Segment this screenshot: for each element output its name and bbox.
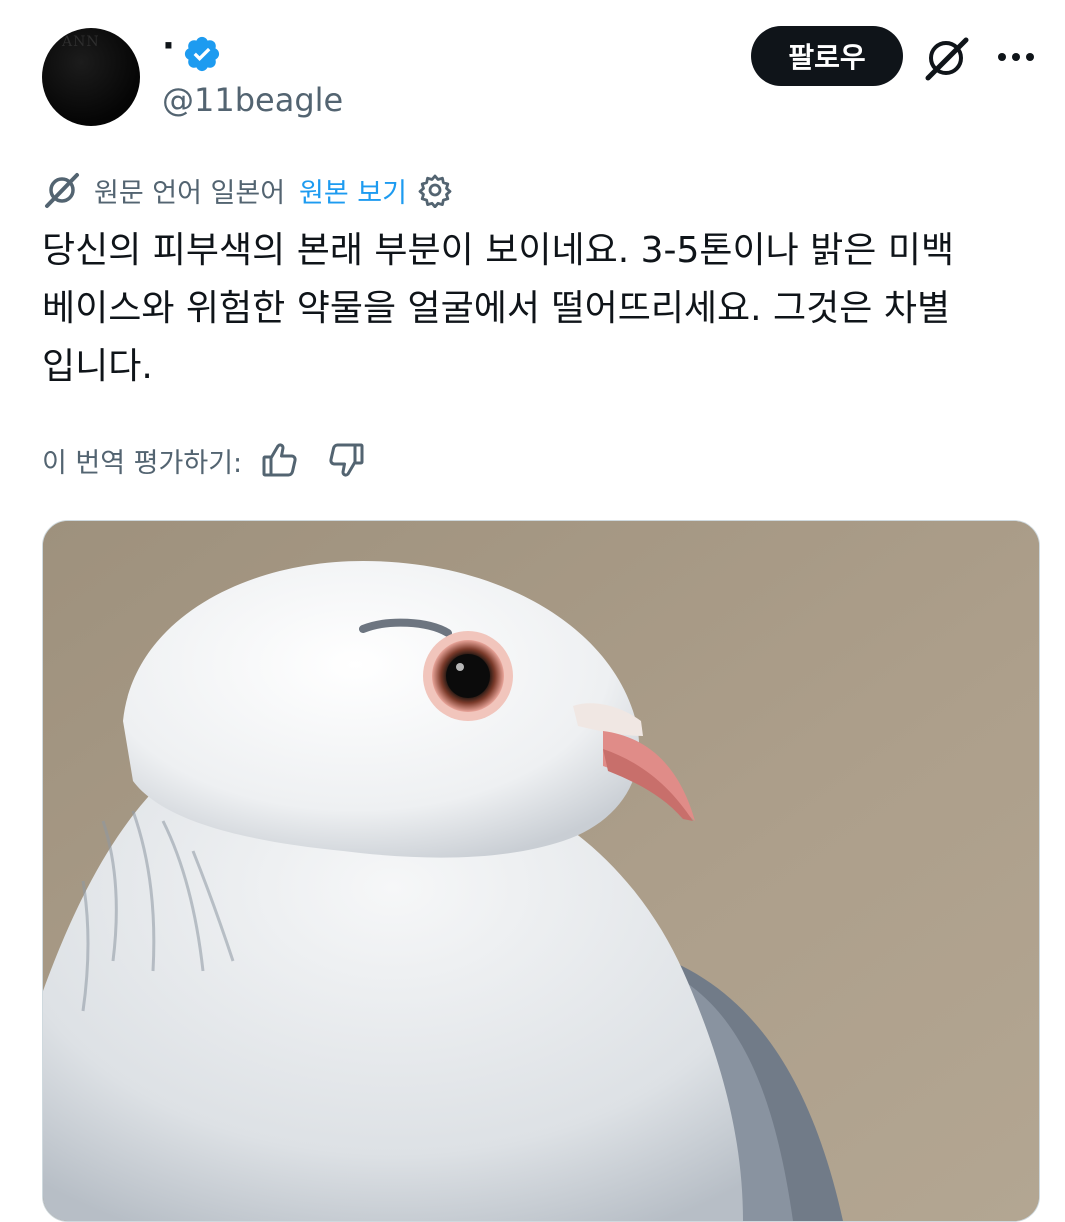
more-icon[interactable]: [992, 42, 1040, 72]
gear-icon[interactable]: [417, 172, 453, 208]
tweet-text: 당신의 피부색의 본래 부분이 보이네요. 3-5톤이나 밝은 미백 베이스와 …: [42, 230, 955, 387]
avatar-watermark: ANN: [62, 34, 100, 50]
grok-icon[interactable]: [920, 32, 972, 84]
show-original-link[interactable]: 원본 보기: [299, 171, 407, 210]
display-name[interactable]: ·: [162, 26, 175, 66]
pigeon-photo: [43, 521, 1039, 1221]
tweet-header: ANN · @11beagle 팔로우: [0, 0, 1065, 140]
translation-info: 원문 언어 일본어: [94, 177, 286, 209]
rate-translation-bar: 이 번역 평가하기:: [42, 436, 366, 484]
user-handle[interactable]: @11beagle: [162, 80, 343, 120]
translation-bar: 원문 언어 일본어 원본 보기: [42, 168, 453, 212]
rate-translation-label: 이 번역 평가하기:: [42, 447, 243, 479]
thumbs-up-icon[interactable]: [260, 440, 300, 480]
follow-button[interactable]: 팔로우: [751, 26, 903, 86]
translate-icon: [45, 173, 79, 208]
tweet-media-photo[interactable]: [42, 520, 1040, 1222]
thumbs-down-icon[interactable]: [326, 440, 366, 480]
avatar[interactable]: ANN: [42, 28, 140, 126]
verified-badge-icon: [184, 36, 220, 72]
